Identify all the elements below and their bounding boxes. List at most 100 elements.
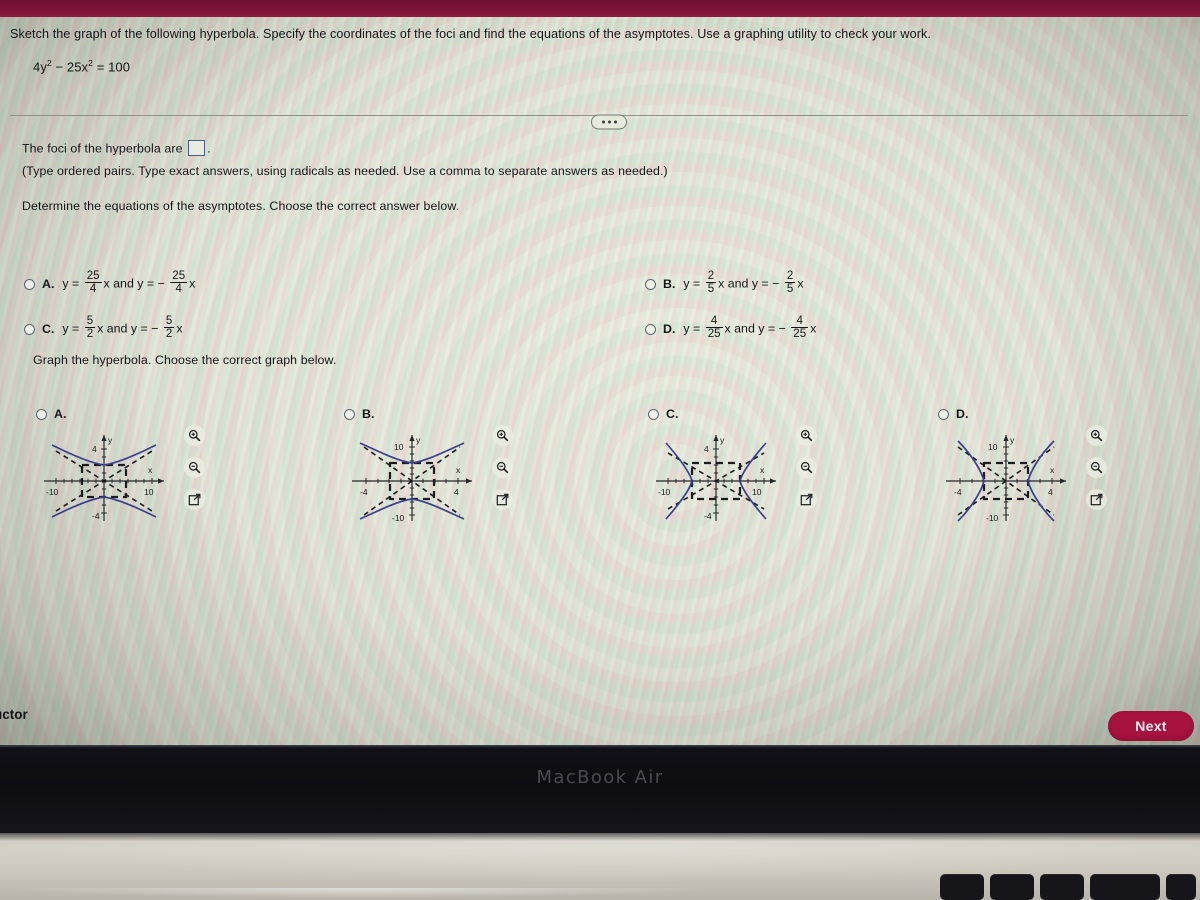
zoom-out-icon[interactable] <box>184 457 205 478</box>
option-c-key: C. <box>42 322 55 336</box>
option-a-lhs: y = <box>62 276 80 291</box>
more-options-button[interactable] <box>591 114 627 130</box>
asymptote-option-a[interactable]: A. y = 25 4 x and y = − 25 4 x <box>24 270 196 296</box>
question-instruction: Sketch the graph of the following hyperb… <box>10 27 931 41</box>
exercise-content: Sketch the graph of the following hyperb… <box>0 17 1200 745</box>
graph-b-plot: -4 4 10 -10 x y <box>352 435 472 523</box>
zoom-out-icon[interactable] <box>796 457 817 478</box>
graph-choice-d[interactable]: D. -4 4 10 -10 x y <box>938 407 1113 524</box>
graph-b-x-right-tick-label: 4 <box>454 487 459 497</box>
option-d-den-1: 25 <box>705 327 723 340</box>
graph-b-y-axis-label: y <box>416 435 421 445</box>
graph-d-y-bottom-tick-label: -10 <box>986 513 999 523</box>
option-a-num-1: 25 <box>86 270 100 282</box>
option-b-den-2: 5 <box>784 282 796 295</box>
next-button[interactable]: Next <box>1108 711 1194 741</box>
device-label: MacBook Air <box>536 767 664 788</box>
ellipsis-dot-icon <box>601 120 605 124</box>
zoom-in-icon[interactable] <box>184 425 205 446</box>
graph-a-y-top-tick-label: 4 <box>92 444 97 454</box>
zoom-in-icon[interactable] <box>1086 425 1107 446</box>
foci-prompt-row: The foci of the hyperbola are . <box>22 140 211 157</box>
option-b-fraction-1: 2 5 <box>705 270 717 295</box>
zoom-in-icon[interactable] <box>492 425 513 446</box>
keyboard-key <box>1166 874 1196 900</box>
option-b-fraction-2: 2 5 <box>784 270 796 295</box>
graph-a-x-left-tick-label: -10 <box>46 487 59 497</box>
option-a-key: A. <box>42 277 55 291</box>
zoom-out-icon[interactable] <box>1086 457 1107 478</box>
radio-graph-c[interactable] <box>648 408 659 420</box>
ask-instructor-label[interactable]: uctor <box>0 707 28 722</box>
foci-answer-input[interactable] <box>188 140 206 156</box>
graph-choice-c-header[interactable]: C. <box>648 407 823 421</box>
bezel-highlight <box>0 745 1200 748</box>
laptop-body <box>0 833 1200 900</box>
zoom-out-icon[interactable] <box>492 457 513 478</box>
asymptote-option-d[interactable]: D. y = 4 25 x and y = − 4 25 x <box>645 315 816 341</box>
expand-icon[interactable] <box>796 489 817 510</box>
asymptote-option-c[interactable]: C. y = 5 2 x and y = − 5 2 x <box>24 315 183 341</box>
option-c-fraction-1: 5 2 <box>84 315 96 340</box>
graph-choice-c[interactable]: C. -10 10 4 -4 x y <box>648 407 823 524</box>
graph-a-tools[interactable] <box>184 425 214 521</box>
option-c-den-2: 2 <box>163 327 175 340</box>
option-b-den-1: 5 <box>705 282 717 295</box>
graph-c-y-top-tick-label: 4 <box>704 444 709 454</box>
zoom-in-icon[interactable] <box>796 425 817 446</box>
screenshot-root: Sketch the graph of the following hyperb… <box>0 0 1200 900</box>
option-a-fraction-2: 25 4 <box>170 270 188 295</box>
expand-icon[interactable] <box>1086 489 1107 510</box>
radio-graph-b[interactable] <box>344 408 355 420</box>
option-a-num-2: 25 <box>172 270 186 282</box>
asymptotes-prompt: Determine the equations of the asymptote… <box>22 199 460 213</box>
expand-icon[interactable] <box>492 489 513 510</box>
graph-choice-b-header[interactable]: B. <box>344 407 519 421</box>
ellipsis-dot-icon <box>607 120 611 124</box>
graph-c-x-axis-label: x <box>760 465 765 475</box>
foci-instruction-note: (Type ordered pairs. Type exact answers,… <box>22 164 668 178</box>
graph-d-tools[interactable] <box>1086 425 1116 521</box>
option-a-suffix: x <box>189 276 196 291</box>
graph-a-x-axis-label: x <box>148 465 153 475</box>
graph-choice-d-header[interactable]: D. <box>938 407 1113 421</box>
laptop-screen: Sketch the graph of the following hyperb… <box>0 17 1200 745</box>
option-c-den-1: 2 <box>84 327 96 340</box>
browser-top-band <box>0 0 1200 21</box>
graph-b-tools[interactable] <box>492 425 522 521</box>
radio-option-a[interactable] <box>24 278 35 290</box>
option-b-suffix: x <box>797 276 804 291</box>
expand-icon[interactable] <box>184 489 205 510</box>
option-b-key: B. <box>663 277 676 291</box>
graph-d-y-axis-label: y <box>1010 435 1015 445</box>
radio-option-d[interactable] <box>645 323 656 335</box>
graph-choice-b[interactable]: B. -4 4 10 -10 x y <box>344 407 519 524</box>
option-d-fraction-2: 4 25 <box>791 315 809 340</box>
graph-c-tools[interactable] <box>796 425 826 521</box>
keyboard-key <box>990 874 1034 900</box>
graph-d-x-axis-label: x <box>1050 465 1055 475</box>
option-c-expression: y = 5 2 x and y = − 5 2 x <box>62 315 182 341</box>
graph-c-x-right-tick-label: 10 <box>752 487 762 497</box>
graph-d-plot: -4 4 10 -10 x y <box>946 435 1066 523</box>
option-c-fraction-2: 5 2 <box>163 315 175 340</box>
graph-c-y-axis-label: y <box>720 435 725 445</box>
graph-c-y-bottom-tick-label: -4 <box>704 511 712 521</box>
graph-choice-a-header[interactable]: A. <box>36 407 211 421</box>
graph-choice-a[interactable]: A. -10 10 4 -4 x y <box>36 407 211 524</box>
graph-b-y-bottom-tick-label: -10 <box>392 513 405 523</box>
radio-option-c[interactable] <box>24 323 35 335</box>
option-d-num-1: 4 <box>710 315 718 327</box>
option-b-middle: x and y = − <box>718 276 780 291</box>
graph-d-key: D. <box>956 407 969 421</box>
asymptote-option-b[interactable]: B. y = 2 5 x and y = − 2 5 x <box>645 270 804 296</box>
equation-middle: − 25x <box>51 59 89 75</box>
radio-option-b[interactable] <box>645 278 656 290</box>
graph-c-x-left-tick-label: -10 <box>658 487 671 497</box>
radio-graph-d[interactable] <box>938 408 949 420</box>
radio-graph-a[interactable] <box>36 408 47 420</box>
graph-b-key: B. <box>362 407 375 421</box>
option-d-den-2: 25 <box>791 327 809 340</box>
graph-choice-prompt: Graph the hyperbola. Choose the correct … <box>33 353 337 367</box>
option-a-den-1: 4 <box>84 282 102 295</box>
